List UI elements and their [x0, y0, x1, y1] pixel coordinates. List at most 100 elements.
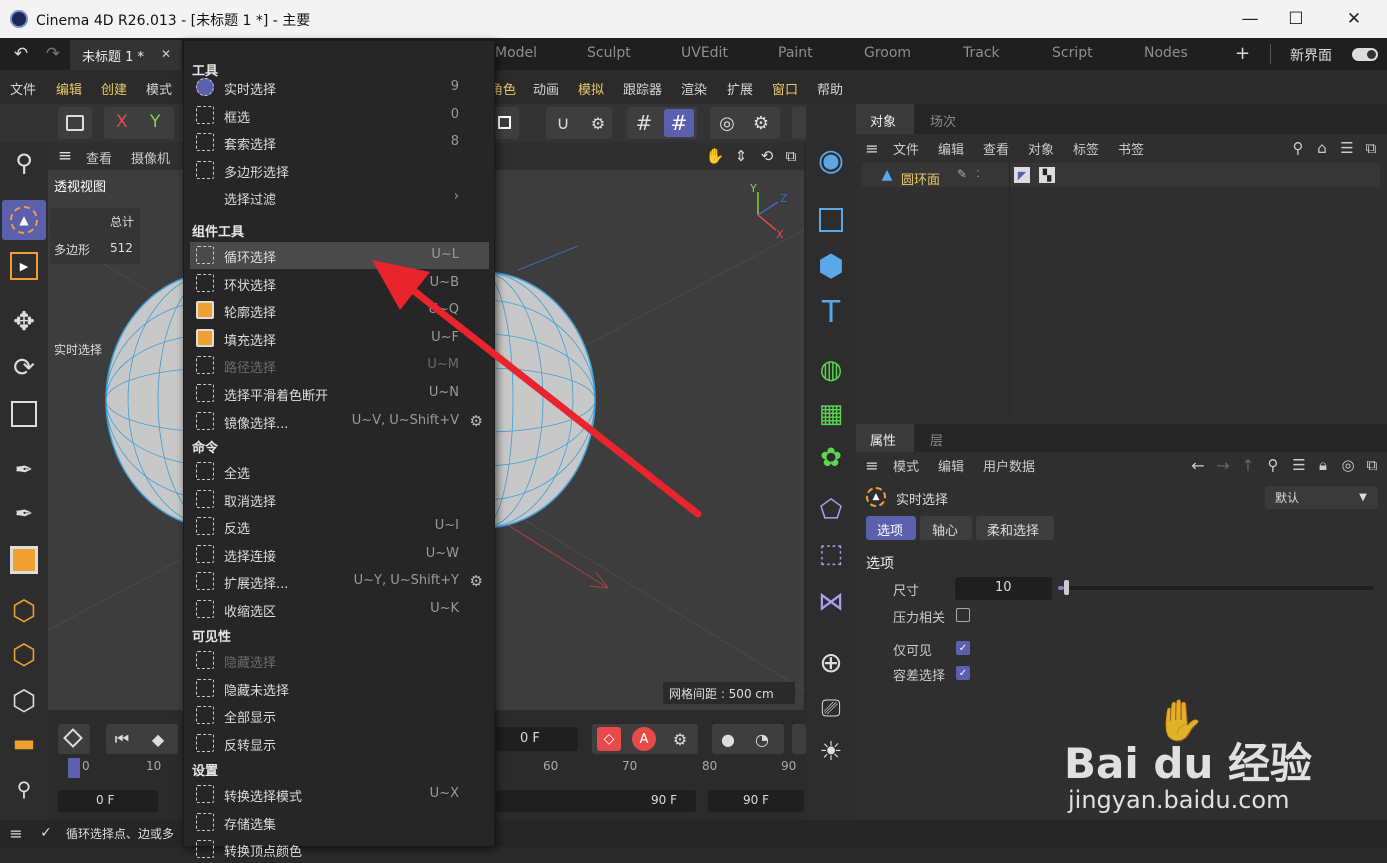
key-settings-icon[interactable]: ⚙ [668, 727, 692, 751]
menu-tracker[interactable]: 跟踪器 [623, 79, 662, 98]
new-layout-label[interactable]: 新界面 [1290, 45, 1332, 65]
edges-mode-icon[interactable]: ⬡ [6, 682, 42, 718]
back-arrow-icon[interactable]: ← [1188, 455, 1208, 475]
pen-icon[interactable]: ✒ [6, 452, 42, 488]
workplane-icon[interactable]: # [664, 109, 694, 137]
box-selection-icon[interactable]: ▶ [6, 248, 42, 284]
attributes-menu-userdata[interactable]: 用户数据 [983, 456, 1035, 475]
size-slider-handle[interactable] [1064, 580, 1069, 595]
orbit-icon[interactable]: ⟲ [757, 146, 777, 166]
environment-icon[interactable]: ⊕ [810, 642, 852, 682]
close-window-button[interactable]: ✕ [1331, 0, 1377, 38]
maximize-button[interactable]: ☐ [1273, 0, 1319, 38]
menu-render[interactable]: 渲染 [681, 79, 707, 98]
rotate-icon[interactable]: ⟳ [6, 350, 42, 386]
material-tag-icon[interactable]: ▚ [1039, 167, 1055, 183]
keyframe-button[interactable] [58, 724, 90, 754]
motion-icon[interactable]: ● [716, 727, 740, 751]
tab-takes[interactable]: 场次 [930, 111, 956, 130]
menu-item-settings-icon[interactable]: ⚙ [470, 572, 483, 590]
layout-tab-paint[interactable]: Paint [778, 45, 813, 61]
points-mode-icon[interactable]: ⬡ [6, 636, 42, 672]
coordinate-button[interactable] [495, 107, 519, 139]
menu-edit[interactable]: 编辑 [56, 79, 82, 98]
tweak-icon[interactable]: ◔ [750, 727, 774, 751]
menu-item-commands-4[interactable]: 扩展选择... U~Y, U~Shift+Y ⚙ [190, 568, 489, 595]
attributes-menu-edit[interactable]: 编辑 [938, 456, 964, 475]
menu-item-settings-1[interactable]: 存储选集 [190, 809, 489, 836]
magnet-icon[interactable]: ∪ [552, 112, 574, 134]
volume-icon[interactable]: ⋈ [810, 582, 852, 622]
pan-icon[interactable]: ✋ [705, 146, 725, 166]
objects-menu-bookmarks[interactable]: 书签 [1118, 139, 1144, 158]
layout-tab-uvedit[interactable]: UVEdit [681, 45, 728, 61]
polygon-mode-icon[interactable] [6, 542, 42, 578]
menu-mode[interactable]: 模式 [146, 79, 172, 98]
goto-start-icon[interactable]: ⏮ [110, 728, 134, 750]
mograph-icon[interactable]: ✿ [810, 438, 852, 478]
spline-pen-icon[interactable]: ✒ [6, 496, 42, 532]
text-object-icon[interactable]: T [810, 292, 852, 332]
menu-item-tools-2[interactable]: 套索选择 8 [190, 129, 489, 156]
forward-arrow-icon[interactable]: → [1213, 455, 1233, 475]
menu-item-commands-5[interactable]: 收缩选区 U~K [190, 596, 489, 623]
menu-item-tools-1[interactable]: 框选 0 [190, 102, 489, 129]
undo-icon[interactable]: ↶ [8, 44, 34, 64]
objects-menu-edit[interactable]: 编辑 [938, 139, 964, 158]
null-object-icon[interactable]: ◉ [810, 140, 852, 180]
lock-icon[interactable]: 🔒︎ [1313, 455, 1333, 475]
menu-simulate[interactable]: 模拟 [578, 79, 604, 98]
autokey-button[interactable]: A [632, 727, 656, 751]
object-edit-icon[interactable]: ✎ [955, 167, 969, 181]
menu-item-visibility-3[interactable]: 反转显示 [190, 730, 489, 757]
search-icon[interactable]: ⚲ [6, 146, 42, 180]
menu-item-tools-0[interactable]: 实时选择 9 [190, 74, 489, 101]
light-icon[interactable]: ☀ [810, 732, 852, 772]
menu-item-settings-0[interactable]: 转换选择模式 U~X [190, 781, 489, 808]
menu-item-tools-4[interactable]: 选择过滤 › [190, 184, 489, 211]
objects-menu-view[interactable]: 查看 [983, 139, 1009, 158]
layout-toggle-switch[interactable] [1352, 48, 1378, 61]
objects-menu-file[interactable]: 文件 [893, 139, 919, 158]
minimize-button[interactable]: — [1227, 0, 1273, 38]
viewport-menu-icon[interactable]: ≡ [54, 146, 76, 166]
live-selection-icon[interactable]: ▲ [2, 200, 46, 240]
viewport-menu-camera[interactable]: 摄像机 [131, 148, 170, 167]
attributes-newwindow-icon[interactable]: ⧉ [1362, 455, 1382, 475]
viewport-solo-button[interactable] [58, 107, 92, 139]
phong-tag-icon[interactable]: ◤ [1014, 167, 1030, 183]
menu-file[interactable]: 文件 [10, 79, 36, 98]
objects-menu-icon[interactable]: ≡ [862, 138, 882, 158]
layout-tab-groom[interactable]: Groom [864, 45, 911, 61]
x-axis-button[interactable]: X [116, 112, 128, 132]
layout-tab-script[interactable]: Script [1052, 45, 1093, 61]
menu-item-settings-2[interactable]: 转换顶点颜色 [190, 836, 489, 863]
document-tab-close-icon[interactable]: ✕ [161, 47, 171, 61]
menu-item-commands-3[interactable]: 选择连接 U~W [190, 541, 489, 568]
objects-menu-object[interactable]: 对象 [1028, 139, 1054, 158]
layout-tab-sculpt[interactable]: Sculpt [587, 45, 631, 61]
tolerance-checkbox[interactable]: ✓ [956, 666, 970, 680]
object-name-torus[interactable]: 圆环面 [901, 169, 940, 188]
field-icon[interactable]: ⬚ [810, 534, 852, 574]
menu-animation[interactable]: 动画 [533, 79, 559, 98]
up-arrow-icon[interactable]: ↑ [1238, 455, 1258, 475]
snap-settings-icon[interactable]: ⚙ [587, 112, 609, 134]
lock-axis-icon[interactable]: ⚲ [6, 774, 42, 804]
visibility-dots-icon[interactable]: ⁚ [972, 165, 984, 183]
scale-icon[interactable] [6, 396, 42, 432]
menu-create[interactable]: 创建 [101, 79, 127, 98]
layout-tab-track[interactable]: Track [963, 45, 1000, 61]
attributes-menu-mode[interactable]: 模式 [893, 456, 919, 475]
menu-item-tools-3[interactable]: 多边形选择 [190, 157, 489, 184]
menu-extensions[interactable]: 扩展 [727, 79, 753, 98]
model-mode-icon[interactable]: ⬡ [6, 592, 42, 628]
layout-tab-nodes[interactable]: Nodes [1144, 45, 1188, 61]
pressure-checkbox[interactable] [956, 608, 970, 622]
spline-icon[interactable] [810, 200, 852, 240]
redo-icon[interactable]: ↷ [40, 44, 66, 64]
add-layout-button[interactable]: + [1235, 43, 1250, 64]
playhead[interactable] [68, 758, 80, 778]
status-menu-icon[interactable]: ≡ [6, 823, 26, 843]
layout-tab-model[interactable]: Model [495, 45, 537, 61]
